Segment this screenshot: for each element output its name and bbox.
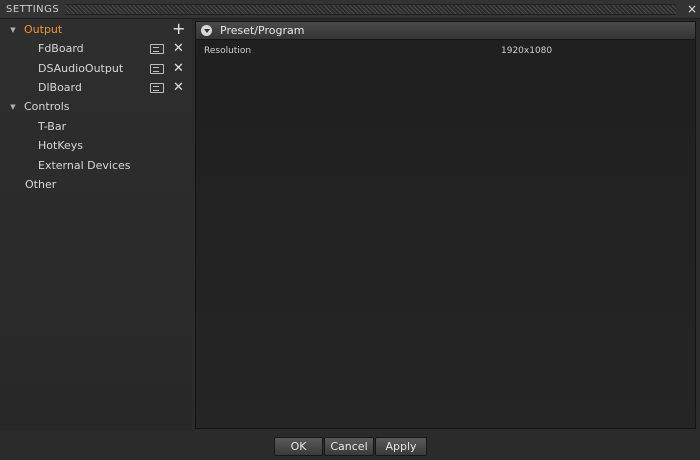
expand-arrow-icon[interactable]: ▼: [8, 103, 18, 111]
tree-item-other[interactable]: Other: [25, 175, 56, 194]
window-title: SETTINGS: [6, 3, 60, 15]
close-icon[interactable]: ×: [684, 0, 700, 18]
title-bar-grip[interactable]: [65, 3, 676, 15]
title-bar: SETTINGS ×: [0, 0, 700, 19]
remove-output-icon[interactable]: ✕: [173, 42, 184, 55]
panel-header: Preset/Program: [196, 22, 695, 40]
output-config-icon[interactable]: [150, 44, 164, 54]
tree-item-output[interactable]: ▼ Output: [8, 20, 62, 39]
tree-item-label: DlBoard: [38, 81, 82, 94]
add-output-icon[interactable]: +: [172, 21, 185, 37]
tree-item-label: Other: [25, 178, 57, 191]
tree-item-hotkeys[interactable]: HotKeys: [38, 136, 83, 155]
property-row-resolution[interactable]: Resolution 1920x1080: [204, 46, 684, 58]
tree-item-label: Output: [24, 23, 63, 36]
tree-item-label: DSAudioOutput: [38, 62, 124, 75]
tree-item-dlboard[interactable]: DlBoard: [38, 78, 82, 97]
tree-item-label: T-Bar: [38, 120, 67, 133]
ok-button[interactable]: OK: [274, 437, 323, 456]
tree-item-t-bar[interactable]: T-Bar: [38, 117, 66, 136]
tree-item-label: HotKeys: [38, 139, 83, 152]
apply-button[interactable]: Apply: [375, 437, 427, 456]
panel-title: Preset/Program: [220, 24, 305, 37]
remove-output-icon[interactable]: ✕: [173, 62, 184, 75]
collapse-icon[interactable]: [201, 25, 212, 36]
tree-item-fdboard[interactable]: FdBoard: [38, 39, 84, 58]
property-value: 1920x1080: [501, 46, 553, 56]
property-name: Resolution: [204, 46, 252, 56]
output-config-icon[interactable]: [150, 83, 164, 93]
tree-item-label: FdBoard: [38, 42, 84, 55]
output-config-icon[interactable]: [150, 64, 164, 74]
tree-item-label: Controls: [24, 100, 70, 113]
tree-item-dsaudiooutput[interactable]: DSAudioOutput: [38, 59, 123, 78]
tree-item-label: External Devices: [38, 159, 131, 172]
tree-item-external-devices[interactable]: External Devices: [38, 156, 131, 175]
tree-item-controls[interactable]: ▼ Controls: [8, 97, 70, 116]
cancel-button[interactable]: Cancel: [324, 437, 374, 456]
remove-output-icon[interactable]: ✕: [173, 81, 184, 94]
settings-tree: ▼ Output + FdBoard ✕ DSAudioOutput ✕ DlB…: [0, 19, 192, 431]
expand-arrow-icon[interactable]: ▼: [8, 26, 18, 34]
properties-panel: Preset/Program Resolution 1920x1080: [195, 21, 696, 429]
